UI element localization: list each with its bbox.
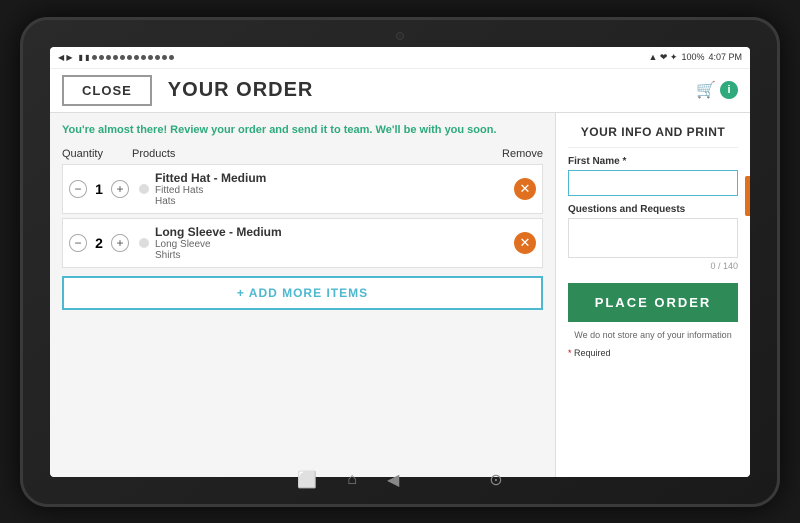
first-name-label: First Name * (568, 156, 738, 167)
review-message: You're almost there! Review your order a… (62, 123, 543, 138)
tablet-device: ◀ ▶ ▮ ▮ ▲ ❤ ✦ 100% 4:07 PM CLOSE YOUR OR… (20, 17, 780, 507)
qty-value-2: 2 (91, 235, 107, 251)
item-name-1: Fitted Hat - Medium (155, 171, 514, 185)
no-store-info: We do not store any of your information (568, 330, 738, 340)
item-sub2-2: Shirts (155, 250, 514, 261)
nav-home-icon[interactable]: ⌂ (347, 471, 357, 489)
order-item-1: − 1 + Fitted Hat - Medium Fitted Hats Ha… (62, 164, 543, 214)
nav-recent-icon[interactable]: ◀ (387, 470, 399, 490)
orange-accent-stripe (745, 176, 750, 216)
item-sub2-1: Hats (155, 196, 514, 207)
qty-increment-2[interactable]: + (111, 234, 129, 252)
qty-value-1: 1 (91, 181, 107, 197)
status-left-icons: ◀ ▶ ▮ ▮ (58, 53, 174, 62)
place-order-button[interactable]: PLACE ORDER (568, 283, 738, 322)
status-bar: ◀ ▶ ▮ ▮ ▲ ❤ ✦ 100% 4:07 PM (50, 47, 750, 69)
col-header-products: Products (132, 148, 493, 160)
required-text: Required (574, 348, 611, 358)
remove-item-2[interactable]: ✕ (514, 232, 536, 254)
info-icon[interactable]: i (720, 81, 738, 99)
signal-icon: ▮ ▮ (79, 53, 90, 62)
right-panel-title: YOUR INFO AND PRINT (568, 125, 738, 148)
time-display: 4:07 PM (708, 52, 742, 62)
questions-input[interactable] (568, 218, 738, 258)
cart-icons: 🛒 i (696, 80, 738, 100)
col-header-remove: Remove (493, 148, 543, 160)
nav-back-icon[interactable]: ⬜ (297, 470, 317, 490)
qty-controls-1: − 1 + (69, 180, 139, 198)
item-sub1-1: Fitted Hats (155, 185, 514, 196)
right-panel: YOUR INFO AND PRINT First Name * Questio… (555, 113, 750, 477)
page-title: YOUR ORDER (168, 79, 314, 102)
table-header: Quantity Products Remove (62, 148, 543, 164)
cart-icon[interactable]: 🛒 (696, 80, 716, 100)
wifi-icon: ▲ ❤ ✦ (648, 52, 677, 63)
top-bar: CLOSE YOUR ORDER 🛒 i (50, 69, 750, 113)
tablet-nav-bar: ⬜ ⌂ ◀ ⊙ (297, 470, 502, 490)
media-controls-icon: ◀ ▶ (58, 53, 73, 62)
item-name-2: Long Sleeve - Medium (155, 225, 514, 239)
battery-icon: 100% (681, 52, 704, 62)
main-content: You're almost there! Review your order a… (50, 113, 750, 477)
close-button[interactable]: CLOSE (62, 75, 152, 106)
nav-chrome-icon[interactable]: ⊙ (489, 470, 502, 490)
item-details-2: Long Sleeve - Medium Long Sleeve Shirts (155, 225, 514, 261)
item-dot-2 (139, 238, 149, 248)
remove-item-1[interactable]: ✕ (514, 178, 536, 200)
order-item-2: − 2 + Long Sleeve - Medium Long Sleeve S… (62, 218, 543, 268)
qty-decrement-2[interactable]: − (69, 234, 87, 252)
char-count: 0 / 140 (568, 261, 738, 271)
left-panel: You're almost there! Review your order a… (50, 113, 555, 477)
item-details-1: Fitted Hat - Medium Fitted Hats Hats (155, 171, 514, 207)
qty-controls-2: − 2 + (69, 234, 139, 252)
qty-decrement-1[interactable]: − (69, 180, 87, 198)
camera-dot (396, 32, 404, 40)
qty-increment-1[interactable]: + (111, 180, 129, 198)
add-more-items-button[interactable]: + ADD MORE ITEMS (62, 276, 543, 310)
tablet-screen: ◀ ▶ ▮ ▮ ▲ ❤ ✦ 100% 4:07 PM CLOSE YOUR OR… (50, 47, 750, 477)
item-sub1-2: Long Sleeve (155, 239, 514, 250)
status-dots (92, 55, 174, 60)
questions-label: Questions and Requests (568, 204, 738, 215)
required-note: * Required (568, 348, 738, 358)
status-right: ▲ ❤ ✦ 100% 4:07 PM (648, 52, 742, 63)
item-dot-1 (139, 184, 149, 194)
first-name-input[interactable] (568, 170, 738, 196)
required-star: * (568, 348, 572, 358)
first-name-group: First Name * (568, 156, 738, 196)
col-header-quantity: Quantity (62, 148, 132, 160)
questions-group: Questions and Requests 0 / 140 (568, 204, 738, 271)
